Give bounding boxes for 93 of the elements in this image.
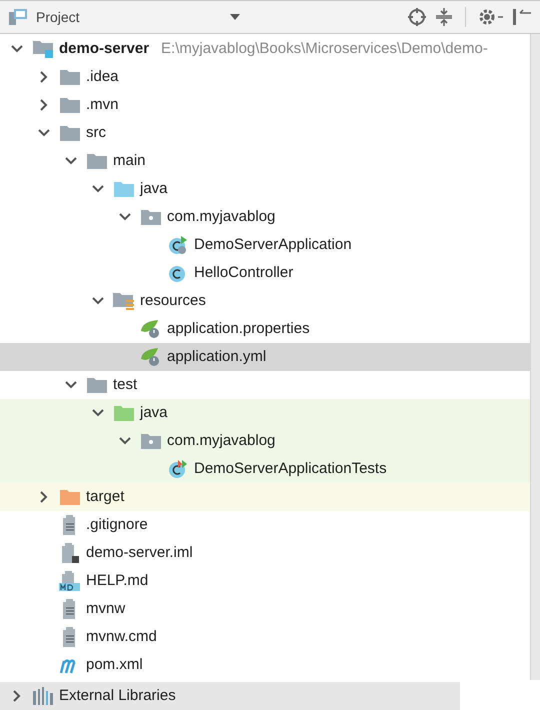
- tree-row[interactable]: External Libraries: [0, 682, 460, 710]
- tree-item-label: .gitignore: [86, 514, 148, 535]
- folder-icon: [87, 153, 107, 169]
- tree-item-label: resources: [140, 290, 206, 311]
- chevron-right-icon[interactable]: [38, 71, 50, 83]
- chevron-down-icon[interactable]: [92, 183, 104, 195]
- folder-icon: [60, 489, 80, 505]
- text-file-icon: [62, 515, 78, 535]
- module-folder-icon: [33, 40, 53, 58]
- libraries-icon: [32, 687, 54, 705]
- chevron-down-icon[interactable]: [38, 127, 50, 139]
- tree-item-label: DemoServerApplicationTests: [194, 458, 387, 479]
- tree-item-label: demo-server.iml: [86, 542, 193, 563]
- tree-row[interactable]: demo-server.iml: [0, 539, 530, 567]
- tree-row[interactable]: src: [0, 119, 530, 147]
- tree-row[interactable]: target: [0, 483, 530, 511]
- tree-row[interactable]: java: [0, 175, 530, 203]
- package-icon: [141, 433, 161, 449]
- scrollbar[interactable]: [530, 34, 540, 680]
- tree-item-label: java: [140, 402, 168, 423]
- tree-row[interactable]: main: [0, 147, 530, 175]
- tree-item-label: demo-server: [59, 38, 150, 59]
- chevron-down-icon[interactable]: [65, 155, 77, 167]
- module-path: E:\myjavablog\Books\Microservices\Demo\demo-: [161, 38, 488, 59]
- collapse-all-icon[interactable]: [435, 7, 453, 27]
- class-icon: [168, 235, 188, 255]
- tree-item-label: mvnw.cmd: [86, 626, 157, 647]
- tree-row[interactable]: .mvn: [0, 91, 530, 119]
- tree-item-label: com.myjavablog: [167, 206, 276, 227]
- spring-leaf-icon: [140, 347, 162, 367]
- tree-row[interactable]: DemoServerApplication: [0, 231, 530, 259]
- folder-icon: [87, 377, 107, 393]
- tree-row[interactable]: pom.xml: [0, 651, 530, 679]
- folder-icon: [114, 405, 134, 421]
- chevron-down-icon[interactable]: [11, 43, 23, 55]
- tree-item-label: java: [140, 178, 168, 199]
- chevron-down-icon[interactable]: [92, 407, 104, 419]
- tree-row[interactable]: .gitignore: [0, 511, 530, 539]
- chevron-down-icon[interactable]: [119, 211, 131, 223]
- resources-folder-icon: [113, 292, 135, 310]
- tree-row[interactable]: com.myjavablog: [0, 203, 530, 231]
- tree-row[interactable]: test: [0, 371, 530, 399]
- tree-item-label: com.myjavablog: [167, 430, 276, 451]
- text-file-icon: [62, 599, 78, 619]
- tree-row[interactable]: com.myjavablog: [0, 427, 530, 455]
- tree-item-label: test: [113, 374, 138, 395]
- tree-row[interactable]: resources: [0, 287, 530, 315]
- tree-item-label: src: [86, 122, 106, 143]
- panel-title: Project: [36, 8, 80, 27]
- chevron-right-icon[interactable]: [38, 99, 50, 111]
- tree-item-label: application.yml: [167, 346, 266, 367]
- tree-item-label: .idea: [86, 66, 119, 87]
- settings-icon[interactable]: [478, 7, 504, 27]
- markdown-file-icon: [59, 571, 81, 591]
- tree-item-label: pom.xml: [86, 654, 143, 675]
- tree-item-label: main: [113, 150, 146, 171]
- tree-row[interactable]: HelloController: [0, 259, 530, 287]
- tree-item-label: HELP.md: [86, 570, 148, 591]
- tree-item-label: DemoServerApplication: [194, 234, 352, 255]
- spring-leaf-icon: [140, 319, 162, 339]
- chevron-right-icon[interactable]: [11, 690, 23, 702]
- chevron-down-icon[interactable]: [92, 295, 104, 307]
- folder-icon: [60, 125, 80, 141]
- tree-item-label: HelloController: [194, 262, 294, 283]
- tree-row[interactable]: mvnw.cmd: [0, 623, 530, 651]
- tree-item-label: target: [86, 486, 124, 507]
- tree-item-label: mvnw: [86, 598, 126, 619]
- dropdown-icon[interactable]: [230, 13, 240, 21]
- folder-icon: [60, 69, 80, 85]
- tree-row[interactable]: HELP.md: [0, 567, 530, 595]
- class-icon: [168, 459, 188, 479]
- chevron-right-icon[interactable]: [38, 491, 50, 503]
- hide-panel-icon[interactable]: [512, 7, 532, 27]
- tree-row[interactable]: .idea: [0, 63, 530, 91]
- class-icon: [168, 263, 188, 283]
- project-icon: [8, 8, 28, 26]
- chevron-down-icon[interactable]: [119, 435, 131, 447]
- tree-row[interactable]: application.yml: [0, 343, 530, 371]
- tree-item-label: .mvn: [86, 94, 119, 115]
- file-icon: [61, 543, 79, 563]
- tree-item-label: External Libraries: [59, 686, 176, 706]
- tree-row[interactable]: DemoServerApplicationTests: [0, 455, 530, 483]
- tree-row[interactable]: demo-server E:\myjavablog\Books\Microservices\Demo\demo-: [0, 35, 530, 63]
- package-icon: [141, 209, 161, 225]
- tree-row[interactable]: java: [0, 399, 530, 427]
- tree-item-label: application.properties: [167, 318, 310, 339]
- folder-icon: [114, 181, 134, 197]
- tree-row[interactable]: mvnw: [0, 595, 530, 623]
- chevron-down-icon[interactable]: [65, 379, 77, 391]
- text-file-icon: [62, 627, 78, 647]
- locate-icon[interactable]: [407, 7, 427, 27]
- folder-icon: [60, 97, 80, 113]
- tree-row[interactable]: application.properties: [0, 315, 530, 343]
